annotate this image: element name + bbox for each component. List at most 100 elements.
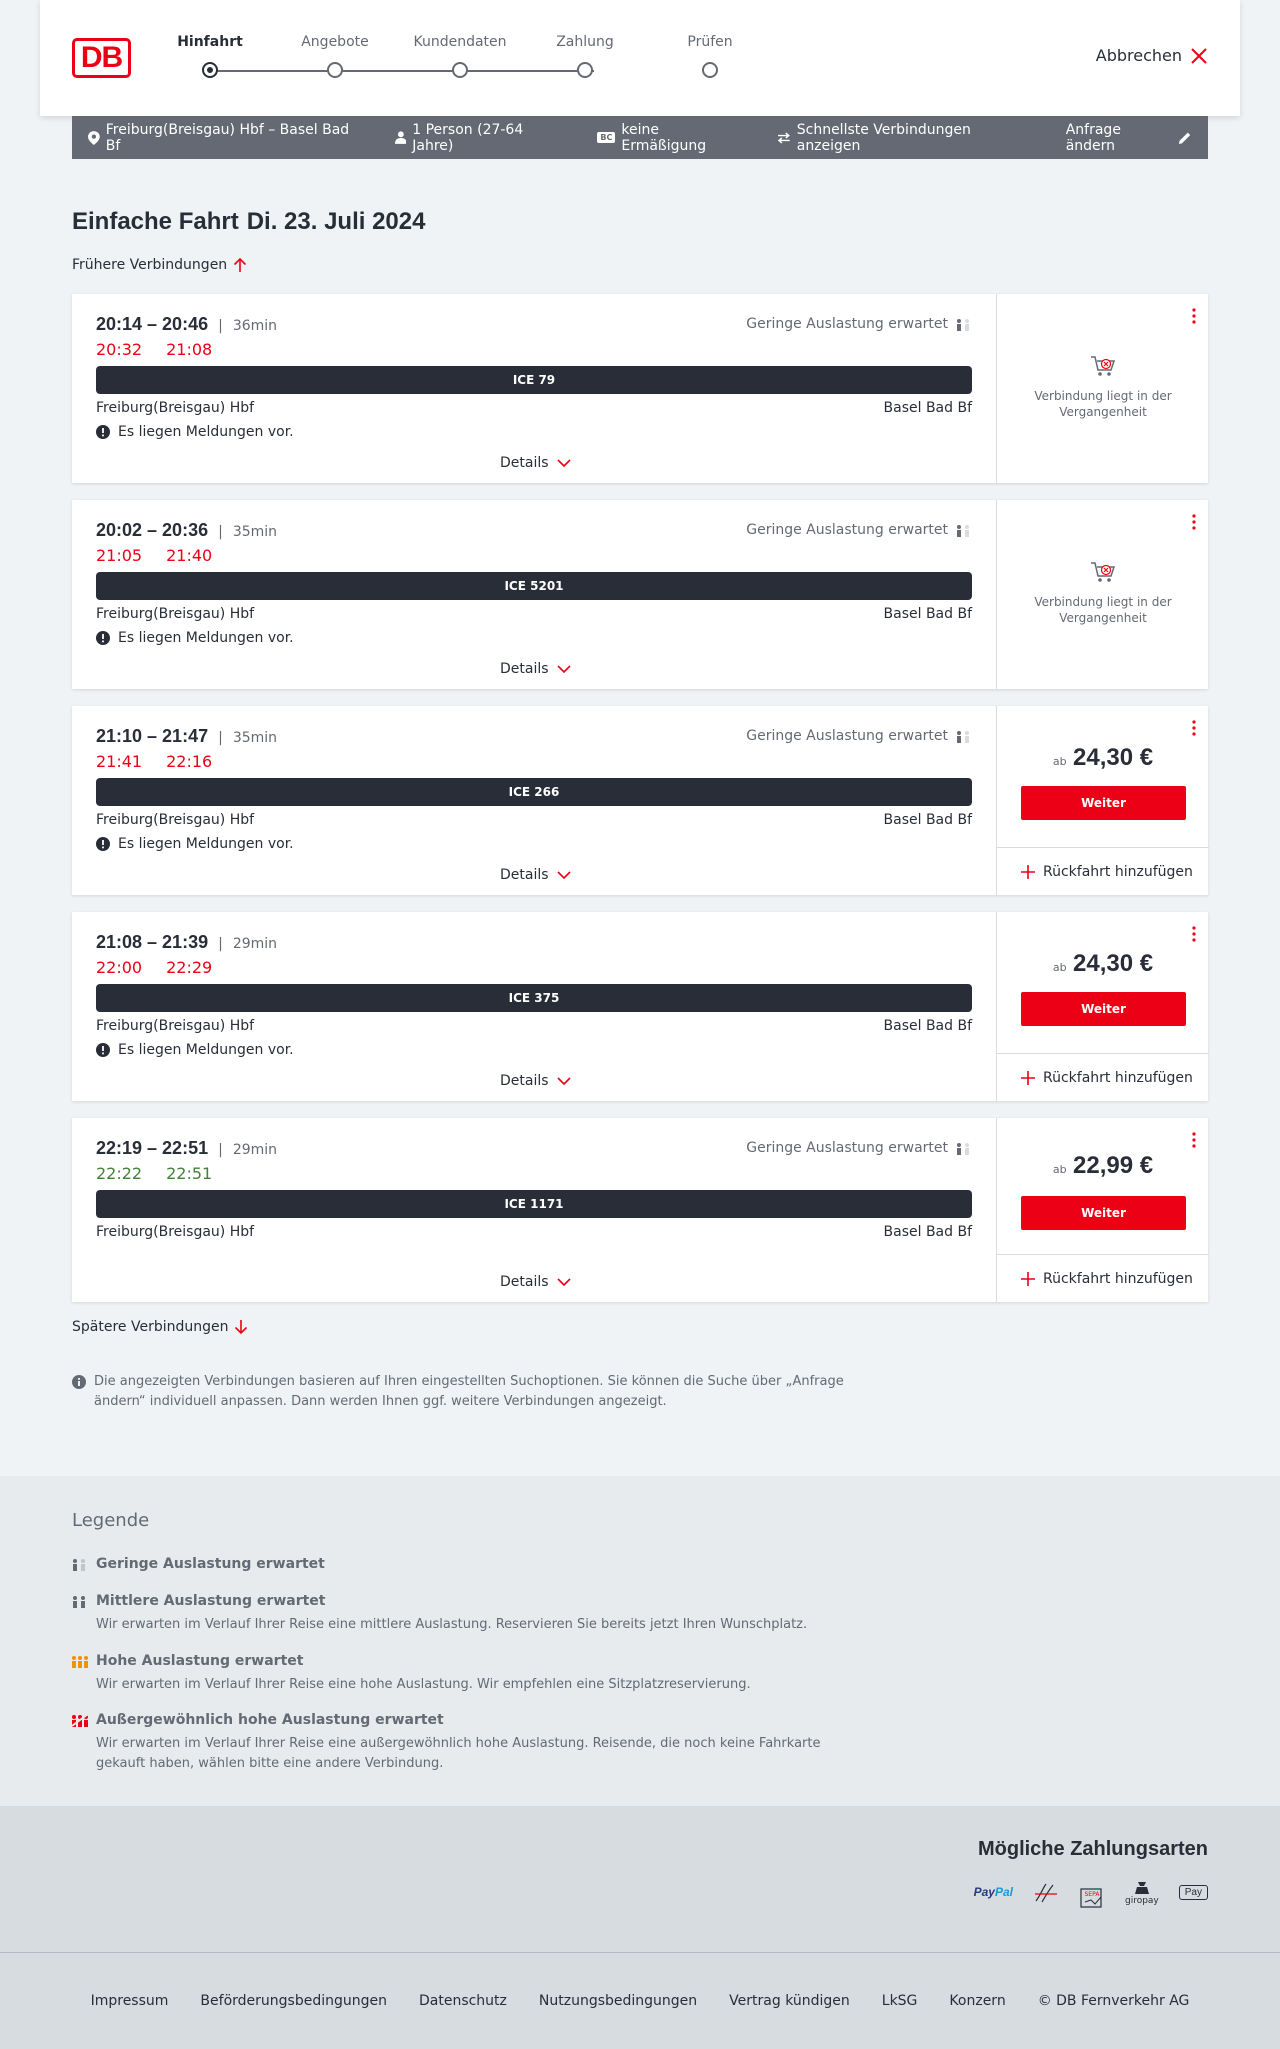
alert-icon [96,631,110,645]
db-logo[interactable]: DB [72,38,131,78]
origin-station: Freiburg(Breisgau) Hbf [96,1224,255,1240]
plus-icon [1021,864,1035,879]
chevron-down-icon [556,459,571,467]
earlier-connections-link[interactable]: Frühere Verbindungen [72,257,247,273]
realtime-arrival: 21:40 [166,546,213,565]
discount-summary: BC keine Ermäßigung [597,122,745,154]
train-bar[interactable]: ICE 1171 [96,1190,972,1218]
more-options-icon[interactable] [1192,926,1196,942]
offer-panel: Verbindung liegt in der Vergangenheit [996,500,1208,689]
footer-link-nutzungsbedingungen[interactable]: Nutzungsbedingungen [539,1993,697,2009]
stepper-line [210,70,594,72]
footer-link-datenschutz[interactable]: Datenschutz [419,1993,507,2009]
chevron-down-icon [556,665,571,673]
details-label: Details [500,1073,549,1089]
footer-link-vertrag-kuendigen[interactable]: Vertrag kündigen [729,1993,850,2009]
realtime-arrival: 22:29 [166,958,213,977]
add-return-trip-label: Rückfahrt hinzufügen [1043,1069,1193,1086]
connection-card: 21:08 – 21:39 | 29min 22:00 22:29 ICE 37… [72,912,1209,1101]
more-options-icon[interactable] [1192,720,1196,736]
footer-link-befoerderungsbedingungen[interactable]: Beförderungsbedingungen [200,1993,387,2009]
apple-pay-icon: Pay [1178,1884,1208,1900]
origin-station: Freiburg(Breisgau) Hbf [96,606,255,622]
more-options-icon[interactable] [1192,514,1196,530]
step-hinfahrt: Hinfahrt [150,34,270,78]
offer-panel: ab 24,30 € Weiter Rückfahrt hinzufügen [996,706,1209,895]
trip-type: Einfache Fahrt [72,208,239,235]
more-options-icon[interactable] [1192,1132,1196,1148]
step-label: Kundendaten [413,34,507,50]
train-bar[interactable]: ICE 266 [96,778,972,806]
header-card: DB Hinfahrt Angebote Kundendaten Zahlung… [40,0,1240,116]
planned-times: 21:08 – 21:39 [96,932,209,952]
occupancy-medium-icon [73,1596,85,1608]
direct-debit-icon [1033,1880,1059,1904]
connection-card: 20:02 – 20:36 | 35min 21:05 21:40 Gering… [72,500,1208,689]
realtime-departure: 21:05 [96,546,143,565]
chevron-down-icon [556,871,571,879]
add-return-trip-button[interactable]: Rückfahrt hinzufügen [997,1053,1209,1101]
price-prefix: ab [1052,961,1067,974]
change-request-label: Anfrage ändern [1065,121,1121,154]
add-return-trip-button[interactable]: Rückfahrt hinzufügen [997,1254,1209,1302]
occupancy-low-icon [73,1559,85,1571]
footer-link-impressum[interactable]: Impressum [91,1993,169,2009]
later-connections-link[interactable]: Spätere Verbindungen [72,1319,248,1335]
sepa-label: SEPA [1084,1890,1100,1898]
details-toggle[interactable]: Details [500,1073,571,1089]
discount-text: keine Ermäßigung [621,121,707,154]
planned-times: 22:19 – 22:51 [96,1138,209,1158]
footer-link-lksg[interactable]: LkSG [882,1993,918,2009]
messages-notice: Es liegen Meldungen vor. [96,630,294,646]
add-return-trip-button[interactable]: Rückfahrt hinzufügen [997,847,1209,895]
route-text: Freiburg(Breisgau) Hbf – Basel Bad Bf [105,121,350,154]
messages-text: Es liegen Meldungen vor. [118,1042,294,1058]
train-bar[interactable]: ICE 79 [96,366,972,394]
alert-icon [96,425,110,439]
more-options-icon[interactable] [1192,308,1196,324]
legend-item-title: Mittlere Auslastung erwartet [96,1593,326,1609]
offer-panel: ab 22,99 € Weiter Rückfahrt hinzufügen [996,1118,1209,1302]
occupancy-text: Geringe Auslastung erwartet [746,316,948,332]
chevron-down-icon [556,1278,571,1286]
cancel-button[interactable]: Abbrechen [1096,46,1208,65]
chevron-down-icon [556,1077,571,1085]
legend-item-medium: Mittlere Auslastung erwartet Wir erwarte… [72,1593,872,1635]
continue-button[interactable]: Weiter [1021,786,1186,820]
train-bar[interactable]: ICE 375 [96,984,972,1012]
legend-item-desc: Wir erwarten im Verlauf Ihrer Reise eine… [96,1736,821,1771]
footer: Impressum Beförderungsbedingungen Datens… [0,1952,1280,2049]
legend-item-desc: Wir erwarten im Verlauf Ihrer Reise eine… [96,1617,808,1632]
info-icon [72,1375,86,1389]
continue-button[interactable]: Weiter [1021,1196,1186,1230]
details-label: Details [500,455,549,471]
step-kundendaten: Kundendaten [400,34,520,78]
later-connections-label: Spätere Verbindungen [72,1319,229,1335]
details-label: Details [500,661,549,677]
details-toggle[interactable]: Details [500,661,571,677]
step-pruefen: Prüfen [650,34,770,78]
step-zahlung: Zahlung [525,34,645,78]
plus-icon [1021,1271,1035,1286]
realtime-arrival: 22:16 [166,752,213,771]
details-toggle[interactable]: Details [500,867,571,883]
connection-info: 20:14 – 20:46 | 36min 20:32 21:08 Gering… [72,294,996,483]
footer-copyright: © DB Fernverkehr AG [1037,1993,1190,2009]
details-toggle[interactable]: Details [500,1274,571,1290]
train-bar[interactable]: ICE 5201 [96,572,972,600]
filter-summary: Schnellste Verbindungen anzeigen [777,122,1034,154]
details-toggle[interactable]: Details [500,455,571,471]
occupancy-low-icon [957,319,969,331]
details-label: Details [500,1274,549,1290]
offer-panel: Verbindung liegt in der Vergangenheit [996,294,1208,483]
destination-station: Basel Bad Bf [883,400,972,416]
arrow-up-icon [234,257,247,272]
change-request-button[interactable]: Anfrage ändern [1066,122,1192,154]
continue-button[interactable]: Weiter [1021,992,1186,1026]
footer-link-konzern[interactable]: Konzern [949,1993,1005,2009]
realtime-departure: 21:41 [96,752,143,771]
step-label: Zahlung [556,34,614,50]
realtime-departure: 22:22 [96,1164,143,1183]
person-icon [394,131,407,144]
legend-item-very-high: Außergewöhnlich hohe Auslastung erwartet… [72,1712,872,1774]
